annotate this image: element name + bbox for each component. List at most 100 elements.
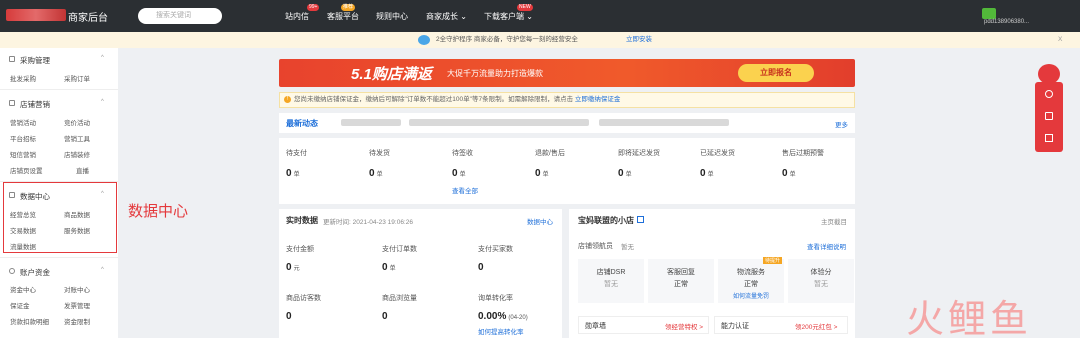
metric-label: 商品访客数 <box>286 295 321 302</box>
sidebar-item-wholesale[interactable]: 批发采购 <box>10 73 36 83</box>
metric-number: 0 <box>782 168 788 179</box>
metric-unit: 单 <box>389 266 396 272</box>
metric-value[interactable]: 0单 <box>286 168 300 179</box>
view-all-link[interactable]: 查看全部 <box>452 185 478 195</box>
detail-link[interactable]: 查看详细说明 <box>807 241 846 251</box>
homepage-link[interactable]: 主页截目 <box>821 216 847 226</box>
update-time: 更新时间: 2021-04-23 19:06:26 <box>323 219 413 226</box>
metric-unit: 元 <box>293 266 300 272</box>
metric-label: 待发货 <box>369 150 390 157</box>
close-icon[interactable]: X <box>1058 32 1062 48</box>
sidebar-item-deduction-details[interactable]: 货款扣款明细 <box>10 316 49 326</box>
sidebar-item-platform-tender[interactable]: 平台招标 <box>10 133 36 143</box>
chevron-up-icon[interactable]: ^ <box>101 55 104 61</box>
floating-toolbar <box>1035 82 1063 152</box>
metric-value: 0.00% (04-20) <box>478 311 528 322</box>
warning-icon[interactable] <box>1045 134 1053 142</box>
medal-wall-row[interactable]: 勋章墙 领经营特权 > <box>578 316 709 334</box>
sidebar-group-title: 账户资金 <box>20 268 50 277</box>
nav-rules-center-label: 规则中心 <box>376 12 408 21</box>
sidebar-item-bidding-activities[interactable]: 竞价活动 <box>64 117 90 127</box>
improve-conversion-link[interactable]: 如何提高转化率 <box>478 326 524 336</box>
nav-merchant-growth[interactable]: 商家成长 ⌄ <box>426 11 467 22</box>
certification-link[interactable]: 领200元红包 > <box>795 321 837 331</box>
sidebar-item-shop-page-settings[interactable]: 店铺页设置 <box>10 165 43 175</box>
metric-value: 0单 <box>382 262 396 273</box>
sidebar-item-shop-decoration[interactable]: 店铺装修 <box>64 149 90 159</box>
divider <box>0 89 118 90</box>
metric-label: 售后过期预警 <box>782 150 824 157</box>
minus-icon[interactable] <box>1045 90 1053 98</box>
promo-banner[interactable]: 5.1购店满返 大促千万流量助力打造爆款 立即报名 <box>279 59 855 87</box>
mascot-icon[interactable] <box>1038 64 1060 84</box>
install-link[interactable]: 立即安装 <box>626 32 652 48</box>
register-button[interactable]: 立即报名 <box>738 64 814 82</box>
metric-label: 待支付 <box>286 150 307 157</box>
avatar[interactable] <box>982 8 996 19</box>
status-badge: 待提升 <box>763 257 783 264</box>
sidebar-item-marketing-activities[interactable]: 营销活动 <box>10 117 36 127</box>
data-center-link[interactable]: 数据中心 <box>527 216 553 226</box>
sidebar-item-purchase-orders[interactable]: 采购订单 <box>64 73 90 83</box>
new-badge: NEW <box>517 4 533 11</box>
realtime-title: 实时数据 <box>286 216 318 225</box>
shop-metric-value: 正常 <box>674 281 688 288</box>
news-card: 最新动态 更多 <box>279 113 855 133</box>
metric-value[interactable]: 0单 <box>618 168 632 179</box>
sidebar-item-reconciliation[interactable]: 对账中心 <box>64 284 90 294</box>
nav-station-messages[interactable]: 站内信 99+ <box>285 4 320 22</box>
metric-label: 退款/售后 <box>535 150 565 157</box>
sidebar-item-deposit[interactable]: 保证金 <box>10 300 30 310</box>
sidebar-item-funds-center[interactable]: 资金中心 <box>10 284 36 294</box>
chevron-up-icon[interactable]: ^ <box>101 99 104 105</box>
certification-row[interactable]: 能力认证 领200元红包 > <box>714 316 848 334</box>
edit-icon[interactable] <box>1045 112 1053 120</box>
metric-value[interactable]: 0单 <box>700 168 714 179</box>
metric-unit: 单 <box>542 172 549 178</box>
wallet-icon <box>9 268 15 274</box>
shop-metric-link[interactable]: 如何流量免罚 <box>718 291 784 300</box>
chevron-up-icon[interactable]: ^ <box>101 267 104 273</box>
medal-wall-label: 勋章墙 <box>585 323 606 330</box>
metric-value[interactable]: 0单 <box>782 168 796 179</box>
metric-label: 待签收 <box>452 150 473 157</box>
pay-deposit-link[interactable]: 立即缴纳保证金 <box>575 96 621 103</box>
shop-title: 宝妈联盟的小店 <box>578 216 634 225</box>
nav-rules-center[interactable]: 规则中心 <box>376 11 408 22</box>
sidebar-group-title: 店铺营销 <box>20 100 50 109</box>
sidebar-item-invoice[interactable]: 发票管理 <box>64 300 90 310</box>
medal-wall-link[interactable]: 领经营特权 > <box>665 321 703 331</box>
metric-number: 0 <box>286 262 292 273</box>
sidebar-item-live[interactable]: 直播 <box>76 165 89 175</box>
brand-logo[interactable] <box>6 9 66 21</box>
sidebar-item-fund-limits[interactable]: 资金限制 <box>64 316 90 326</box>
announcement-bar: 2全守护程序 商家必备，守护您每一刻的经营安全 立即安装 X <box>0 32 1080 48</box>
metric-number: 0 <box>535 168 541 179</box>
shield-icon <box>418 35 430 45</box>
sidebar-item-sms-marketing[interactable]: 短信营销 <box>10 149 36 159</box>
metric-number: 0 <box>382 262 388 273</box>
news-more-link[interactable]: 更多 <box>835 119 848 129</box>
metric-label: 已延迟发货 <box>700 150 735 157</box>
user-id[interactable]: pdd138906380... <box>984 19 1029 25</box>
metric-number: 0 <box>478 262 484 273</box>
metric-value[interactable]: 0单 <box>369 168 383 179</box>
sidebar-item-marketing-tools[interactable]: 营销工具 <box>64 133 90 143</box>
metric-label: 询单转化率 <box>478 295 513 302</box>
news-item-blurred[interactable] <box>341 119 401 126</box>
qrcode-icon[interactable] <box>637 216 644 223</box>
shop-metric-title: 体验分 <box>810 269 832 276</box>
shop-icon <box>9 100 15 106</box>
search-input[interactable]: 搜索关键词 <box>138 8 222 24</box>
metric-number: 0 <box>369 168 375 179</box>
metric-value[interactable]: 0单 <box>452 168 466 179</box>
shop-nav-value: 暂无 <box>621 244 634 251</box>
metric-label: 商品浏览量 <box>382 295 417 302</box>
news-item-blurred[interactable] <box>409 119 589 126</box>
nav-customer-service[interactable]: 客服平台 推荐 <box>327 4 359 22</box>
metric-value[interactable]: 0单 <box>535 168 549 179</box>
shop-metric-value: 暂无 <box>814 281 828 288</box>
news-item-blurred[interactable] <box>599 119 729 126</box>
certification-label: 能力认证 <box>721 323 749 330</box>
nav-download-client[interactable]: 下载客户端 ⌄ NEW <box>484 4 533 22</box>
